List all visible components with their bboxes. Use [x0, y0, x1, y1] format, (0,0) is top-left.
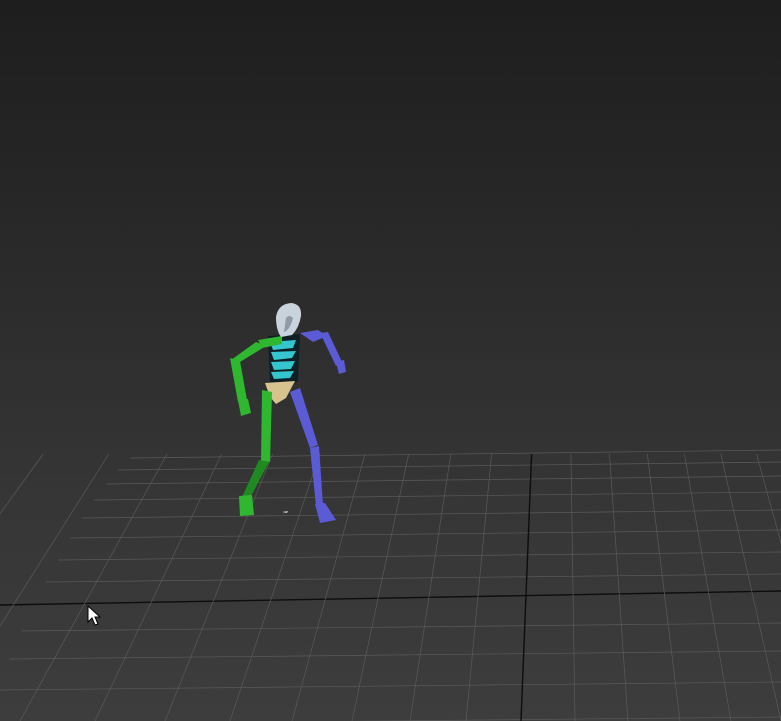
grid-row-line	[45, 573, 781, 583]
grid-row-line	[9, 650, 781, 660]
left-upper-arm	[231, 342, 266, 362]
grid-row-line	[69, 529, 781, 539]
grid-row-line	[57, 551, 781, 561]
grid-column-line	[756, 453, 781, 545]
grid-column-line	[19, 453, 168, 721]
grid-column-line	[291, 453, 366, 721]
grid-column-line	[0, 453, 110, 627]
grid-row-line	[0, 681, 781, 691]
ground-grid	[0, 449, 781, 721]
right-thigh	[290, 388, 318, 448]
grid-column-line	[351, 453, 409, 721]
head[interactable]	[276, 303, 302, 337]
right-hand	[336, 360, 346, 374]
grid-row-line	[21, 622, 781, 632]
3d-perspective-viewport[interactable]	[0, 0, 781, 721]
grid-column-line	[94, 453, 222, 721]
grid-column-line	[164, 453, 273, 721]
left-shin	[242, 460, 269, 500]
grid-column-line	[465, 453, 492, 721]
grid-column-line	[409, 453, 452, 721]
left-foot	[239, 495, 254, 516]
left-forearm	[230, 358, 247, 402]
right-arm[interactable]	[300, 330, 346, 374]
grid-row-line	[81, 509, 781, 519]
selection-marker	[282, 511, 288, 513]
viewport-scene	[0, 303, 781, 721]
arrow-cursor-icon	[87, 604, 102, 626]
grid-column-line	[570, 453, 576, 721]
grid-column-line	[720, 453, 781, 721]
grid-row-line	[93, 491, 781, 501]
right-forearm	[320, 332, 342, 366]
left-hand	[238, 399, 251, 416]
grid-axis-x	[0, 590, 781, 606]
grid-row-line	[348, 716, 781, 721]
grid-row-line	[105, 475, 781, 485]
grid-row-line	[129, 449, 781, 459]
grid-axis-y	[520, 453, 533, 721]
grid-column-line	[684, 453, 732, 721]
right-foot	[315, 503, 336, 523]
right-shin	[310, 446, 323, 506]
grid-column-line	[646, 453, 681, 721]
left-thigh	[261, 390, 272, 462]
grid-column-line	[0, 453, 44, 515]
biped-skeleton[interactable]	[230, 303, 346, 523]
